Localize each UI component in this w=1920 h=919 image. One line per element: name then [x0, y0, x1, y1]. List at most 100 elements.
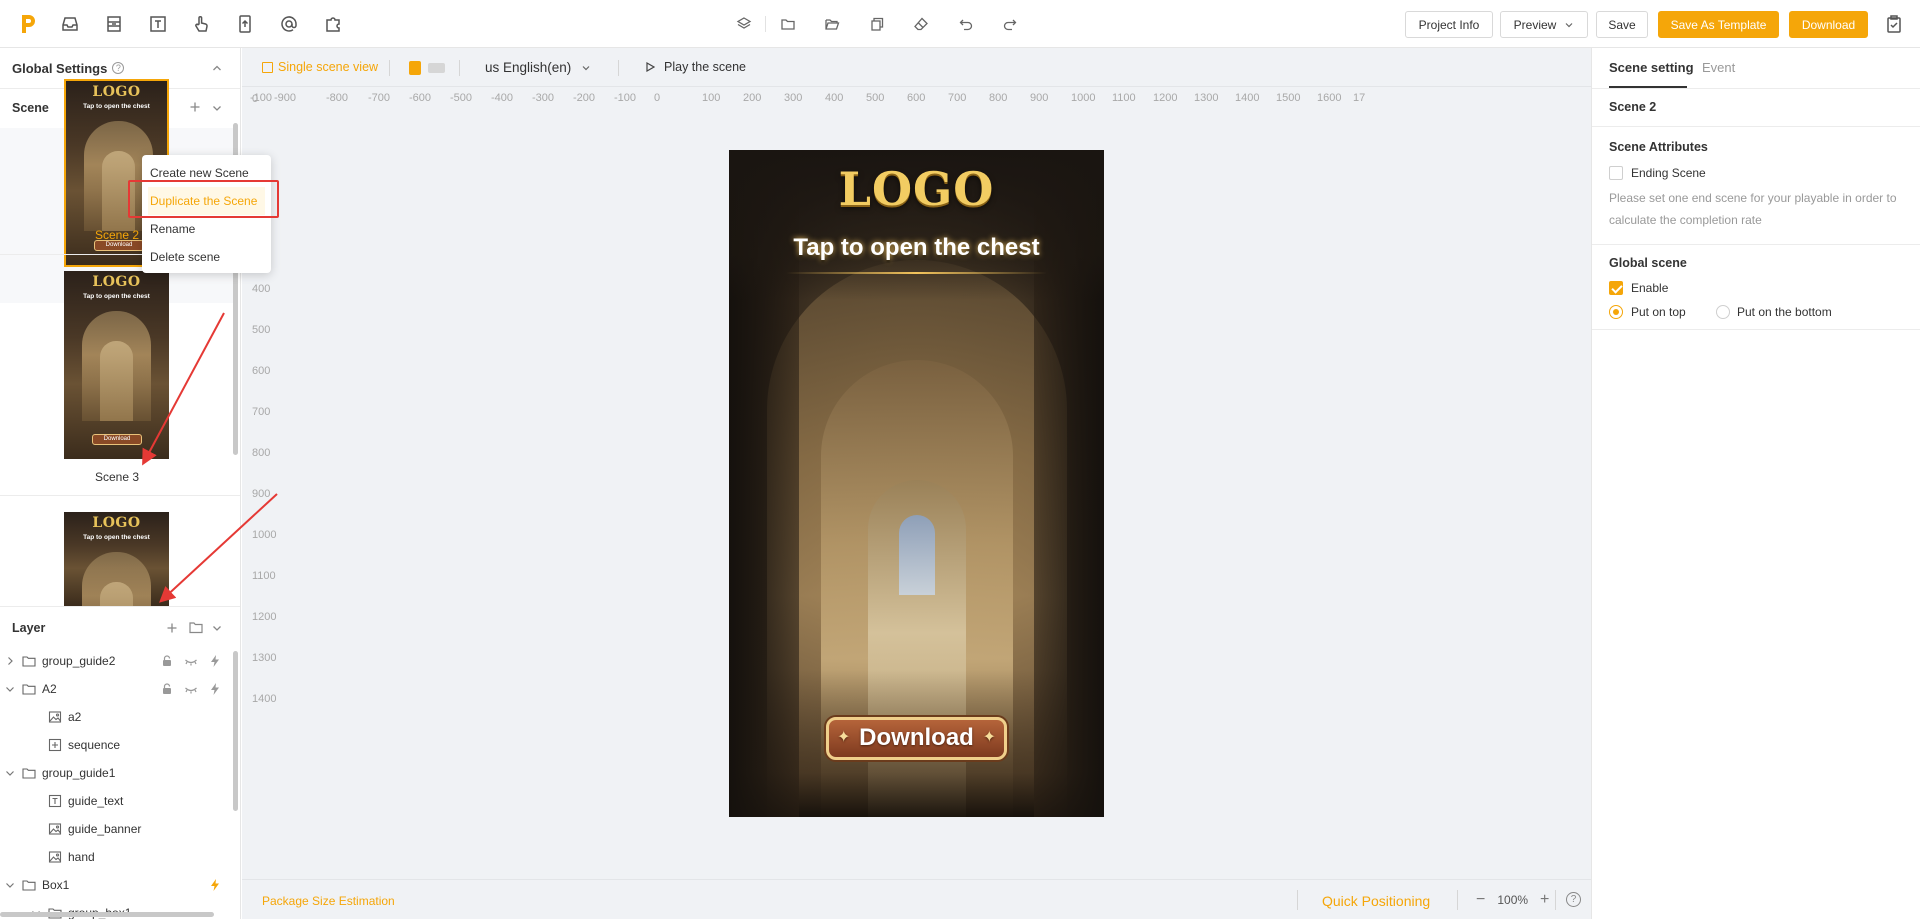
- layer-row[interactable]: Box1: [0, 871, 232, 899]
- thumb-arch-inner: [100, 341, 133, 421]
- add-folder-icon[interactable]: [189, 621, 203, 634]
- scene-label-3[interactable]: Scene 3: [0, 470, 234, 484]
- scene-attributes-title: Scene Attributes: [1609, 140, 1708, 154]
- add-layer-icon[interactable]: [166, 622, 178, 634]
- quick-positioning-button[interactable]: Quick Positioning: [1322, 893, 1430, 909]
- ruler-tick-label: -100: [614, 92, 637, 104]
- layer-row[interactable]: A2: [0, 675, 232, 703]
- play-icon: [646, 62, 655, 72]
- layer-row[interactable]: group_guide1: [0, 759, 232, 787]
- single-scene-view-toggle[interactable]: Single scene view: [262, 60, 378, 74]
- global-scene-title: Global scene: [1609, 256, 1687, 270]
- inbox-icon[interactable]: [59, 13, 81, 35]
- top-toolbar: Project Info Preview Save Save As Templa…: [0, 0, 1920, 48]
- layers-icon[interactable]: [735, 15, 753, 33]
- put-on-bottom-label: Put on the bottom: [1737, 305, 1832, 319]
- thumb-logo: LOGO: [92, 84, 141, 100]
- project-info-button[interactable]: Project Info: [1405, 11, 1493, 38]
- enable-checkbox[interactable]: [1609, 281, 1623, 295]
- chevron-up-icon[interactable]: [211, 62, 223, 74]
- chevron-down-icon[interactable]: [211, 622, 223, 634]
- chevron-down-icon[interactable]: [211, 102, 223, 114]
- orientation-landscape-swatch[interactable]: [428, 63, 445, 73]
- phone-upload-icon[interactable]: [234, 13, 256, 35]
- ruler-tick-label: 600: [252, 365, 271, 377]
- lock-icon[interactable]: [160, 682, 174, 696]
- scene-name: Scene 2: [1609, 100, 1657, 114]
- ruler-tick-label: 1200: [252, 611, 277, 623]
- ruler-tick-label: 1500: [1276, 92, 1301, 104]
- eraser-icon[interactable]: [912, 15, 930, 33]
- text-icon[interactable]: [147, 13, 169, 35]
- ruler-tick-label: 1100: [1112, 92, 1136, 104]
- scene-thumbnail-4[interactable]: LOGO Tap to open the chest: [64, 512, 169, 606]
- chevron-down-icon[interactable]: [4, 767, 16, 779]
- eye-closed-icon[interactable]: [184, 682, 198, 696]
- package-size-estimation-link[interactable]: Package Size Estimation: [262, 894, 395, 908]
- clipboard-check-icon[interactable]: [1883, 13, 1905, 35]
- sequence-icon: [48, 738, 62, 752]
- redo-icon[interactable]: [1001, 15, 1019, 33]
- layer-horizontal-scrollbar[interactable]: [0, 912, 214, 917]
- scene-canvas-preview[interactable]: LOGO Tap to open the chest ✦ Download ✦: [729, 150, 1104, 817]
- chevron-down-icon[interactable]: [4, 683, 16, 695]
- tab-scene-setting[interactable]: Scene setting: [1609, 60, 1694, 75]
- layer-row[interactable]: group_guide2: [0, 647, 232, 675]
- folder-icon[interactable]: [779, 15, 797, 33]
- preview-button[interactable]: Preview: [1500, 11, 1588, 38]
- folder-icon: [22, 766, 36, 780]
- bolt-icon[interactable]: [208, 654, 222, 668]
- layer-list-scrollbar[interactable]: [233, 651, 238, 811]
- scene-thumbnail-3[interactable]: LOGO Tap to open the chest Download: [64, 271, 169, 459]
- save-as-template-button[interactable]: Save As Template: [1658, 11, 1779, 38]
- canvas-download-button[interactable]: ✦ Download ✦: [826, 717, 1007, 760]
- delete-scene-item[interactable]: Delete scene: [142, 243, 271, 271]
- ruler-tick-label: 1000: [1071, 92, 1096, 104]
- layer-row[interactable]: hand: [0, 843, 232, 871]
- layer-row[interactable]: sequence: [0, 731, 232, 759]
- play-scene-button[interactable]: Play the scene: [645, 60, 746, 74]
- hand-pointer-icon[interactable]: [190, 13, 212, 35]
- orientation-portrait-swatch[interactable]: [409, 61, 421, 75]
- ruler-tick-label: 1300: [252, 652, 277, 664]
- save-button[interactable]: Save: [1596, 11, 1648, 38]
- at-sign-icon[interactable]: [278, 13, 300, 35]
- chevron-right-icon[interactable]: [4, 655, 16, 667]
- image-icon: [48, 822, 62, 836]
- undo-icon[interactable]: [957, 15, 975, 33]
- layer-row[interactable]: a2: [0, 703, 232, 731]
- form-icon[interactable]: [103, 13, 125, 35]
- ruler-tick-label: -900: [274, 92, 297, 104]
- help-icon[interactable]: ?: [1566, 892, 1581, 907]
- canvas-area: Single scene view us English(en) Play th…: [242, 48, 1591, 919]
- bolt-icon[interactable]: [208, 682, 222, 696]
- add-scene-icon[interactable]: [189, 101, 201, 113]
- lock-icon[interactable]: [160, 654, 174, 668]
- image-icon: [48, 710, 62, 724]
- eye-closed-icon[interactable]: [184, 654, 198, 668]
- folder-open-icon[interactable]: [823, 15, 841, 33]
- rename-scene-item[interactable]: Rename: [142, 215, 271, 243]
- canvas-logo[interactable]: LOGO: [729, 162, 1104, 216]
- chevron-down-icon[interactable]: [4, 879, 16, 891]
- put-on-bottom-radio[interactable]: [1716, 305, 1730, 319]
- layer-row[interactable]: guide_banner: [0, 815, 232, 843]
- puzzle-icon[interactable]: [322, 13, 344, 35]
- zoom-out-button[interactable]: −: [1476, 891, 1485, 909]
- help-icon[interactable]: ?: [112, 62, 125, 74]
- zoom-in-button[interactable]: +: [1540, 891, 1549, 909]
- thumb-tagline: Tap to open the chest: [83, 103, 150, 110]
- ruler-tick-label: 1200: [1153, 92, 1178, 104]
- canvas-tagline[interactable]: Tap to open the chest: [729, 234, 1104, 262]
- tab-event[interactable]: Event: [1702, 60, 1735, 75]
- thumb-logo: LOGO: [92, 274, 141, 290]
- bolt-icon[interactable]: [208, 878, 222, 892]
- download-button[interactable]: Download: [1789, 11, 1868, 38]
- text-icon: [48, 794, 62, 808]
- language-select[interactable]: us English(en): [485, 60, 591, 75]
- ending-scene-checkbox[interactable]: [1609, 166, 1623, 180]
- copy-icon[interactable]: [868, 15, 886, 33]
- global-settings-title: Global Settings: [12, 60, 108, 76]
- layer-row[interactable]: guide_text: [0, 787, 232, 815]
- put-on-top-radio[interactable]: [1609, 305, 1623, 319]
